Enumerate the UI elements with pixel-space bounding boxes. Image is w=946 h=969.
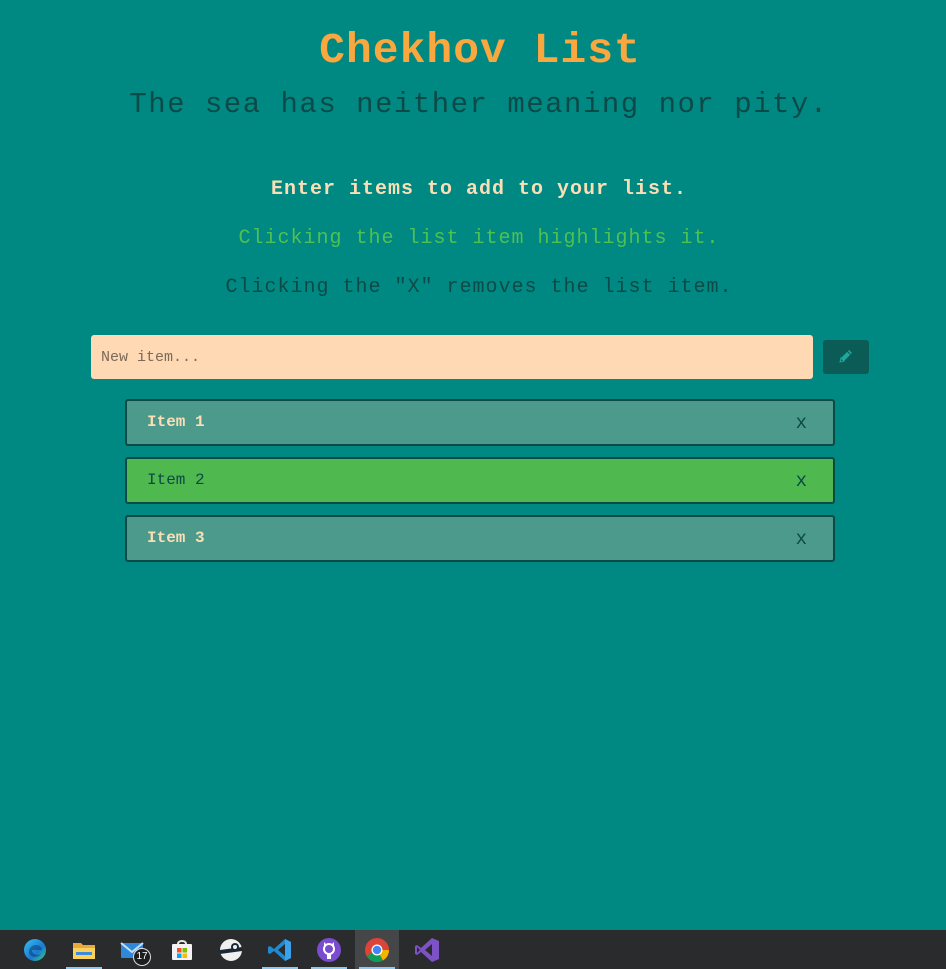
list-item[interactable]: Item 1 x	[125, 399, 835, 446]
instruction-add: Enter items to add to your list.	[270, 178, 688, 201]
vscode-icon[interactable]	[260, 930, 300, 969]
file-explorer-icon[interactable]	[64, 930, 104, 969]
list-item-label: Item 1	[147, 413, 205, 431]
remove-item-button[interactable]: x	[796, 528, 807, 550]
taskbar: 17	[0, 930, 946, 969]
steam-icon[interactable]	[211, 930, 251, 969]
new-item-input[interactable]	[91, 335, 813, 379]
mail-icon[interactable]: 17	[113, 930, 153, 969]
mail-badge: 17	[133, 948, 151, 966]
page-subtitle: The sea has neither meaning nor pity.	[129, 88, 829, 121]
github-desktop-icon[interactable]	[309, 930, 349, 969]
chrome-icon[interactable]	[355, 930, 399, 969]
instruction-remove: Clicking the "X" removes the list item.	[225, 276, 733, 299]
visual-studio-icon[interactable]	[407, 930, 447, 969]
microsoft-store-icon[interactable]	[162, 930, 202, 969]
edge-icon[interactable]	[15, 930, 55, 969]
list-item-label: Item 2	[147, 471, 205, 489]
page-title: Chekhov List	[319, 26, 641, 75]
chekhov-list-page: Chekhov List The sea has neither meaning…	[0, 0, 946, 930]
instruction-highlight: Clicking the list item highlights it.	[238, 227, 720, 250]
remove-item-button[interactable]: x	[796, 470, 807, 492]
list-item[interactable]: Item 2 x	[125, 457, 835, 504]
list-item-label: Item 3	[147, 529, 205, 547]
add-item-button[interactable]	[823, 340, 869, 374]
pencil-icon	[838, 348, 854, 367]
item-list: Item 1 x Item 2 x Item 3 x	[125, 399, 835, 573]
remove-item-button[interactable]: x	[796, 412, 807, 434]
list-item[interactable]: Item 3 x	[125, 515, 835, 562]
